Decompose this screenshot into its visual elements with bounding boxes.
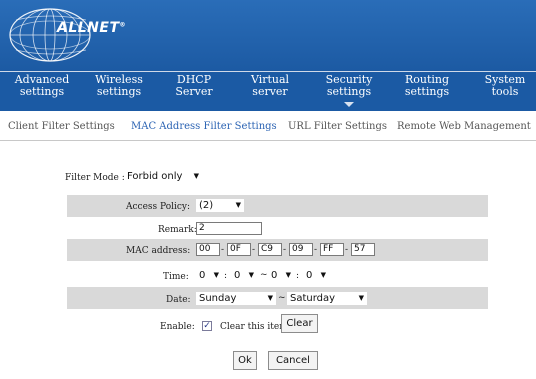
nav-security-settings[interactable]: Security settings bbox=[318, 74, 380, 107]
nav-dhcp-server[interactable]: DHCP Server bbox=[168, 74, 220, 98]
time-start-min-select[interactable]: 0 ▼ bbox=[231, 269, 257, 282]
brand-logo-text: ALLNET® bbox=[57, 20, 126, 36]
mac-address-label: MAC address: bbox=[126, 246, 191, 256]
nav-label-line2: Server bbox=[175, 85, 213, 98]
sub-nav: Client Filter Settings MAC Address Filte… bbox=[0, 111, 536, 141]
mac-separator: - bbox=[283, 245, 287, 255]
date-label: Date: bbox=[166, 295, 191, 305]
mac-octet-4[interactable]: 09 bbox=[289, 243, 313, 256]
mac-separator: - bbox=[314, 245, 318, 255]
chevron-down-icon: ▼ bbox=[235, 201, 241, 209]
mac-octet-6[interactable]: 57 bbox=[351, 243, 375, 256]
access-policy-label: Access Policy: bbox=[126, 202, 191, 212]
time-end-hour-value: 0 bbox=[271, 270, 278, 281]
date-start-day-select[interactable]: Sunday ▼ bbox=[196, 292, 276, 305]
mac-octet-5[interactable]: FF bbox=[320, 243, 344, 256]
header-banner: ALLNET® bbox=[0, 0, 536, 71]
nav-routing-settings[interactable]: Routing settings bbox=[398, 74, 456, 98]
time-end-min-value: 0 bbox=[306, 270, 313, 281]
time-end-min-select[interactable]: 0 ▼ bbox=[303, 269, 329, 282]
time-end-hour-select[interactable]: 0 ▼ bbox=[268, 269, 294, 282]
chevron-down-icon: ▼ bbox=[248, 271, 254, 279]
ok-button[interactable]: Ok bbox=[233, 351, 257, 370]
nav-label-line2: settings bbox=[19, 85, 65, 98]
subnav-remote-web-management[interactable]: Remote Web Management bbox=[397, 121, 531, 132]
mac-octet-1[interactable]: 00 bbox=[196, 243, 220, 256]
time-colon: : bbox=[296, 271, 300, 281]
remark-input[interactable]: 2 bbox=[196, 222, 262, 235]
nav-advanced-settings[interactable]: Advanced settings bbox=[6, 74, 78, 98]
time-range-separator: ~ bbox=[260, 270, 268, 280]
mac-separator: - bbox=[221, 245, 225, 255]
nav-virtual-server[interactable]: Virtual server bbox=[244, 74, 296, 98]
enable-checkbox[interactable]: ✓ bbox=[202, 321, 212, 331]
cancel-button[interactable]: Cancel bbox=[268, 351, 318, 370]
chevron-down-icon: ▼ bbox=[285, 271, 291, 279]
filter-mode-value: Forbid only bbox=[127, 171, 183, 182]
nav-label-line2: server bbox=[252, 85, 288, 98]
time-label: Time: bbox=[163, 272, 189, 282]
remark-label: Remark: bbox=[158, 225, 197, 235]
date-range-separator: ~ bbox=[278, 293, 286, 303]
trademark-mark: ® bbox=[119, 21, 127, 29]
mac-octet-3[interactable]: C9 bbox=[258, 243, 282, 256]
access-policy-value: (2) bbox=[199, 200, 214, 211]
time-colon: : bbox=[224, 271, 228, 281]
mac-separator: - bbox=[252, 245, 256, 255]
mac-separator: - bbox=[345, 245, 349, 255]
clear-button[interactable]: Clear bbox=[281, 314, 318, 333]
nav-system-tools[interactable]: System tools bbox=[476, 74, 534, 98]
subnav-mac-filter[interactable]: MAC Address Filter Settings bbox=[131, 121, 277, 132]
chevron-down-icon: ▼ bbox=[358, 294, 364, 302]
chevron-down-icon: ▼ bbox=[213, 271, 219, 279]
check-icon: ✓ bbox=[203, 321, 211, 331]
nav-wireless-settings[interactable]: Wireless settings bbox=[88, 74, 150, 98]
date-end-day-select[interactable]: Saturday ▼ bbox=[287, 292, 367, 305]
enable-label: Enable: bbox=[160, 322, 195, 332]
nav-label-line2: settings bbox=[96, 85, 142, 98]
access-policy-select[interactable]: (2) ▼ bbox=[196, 199, 244, 212]
filter-mode-label: Filter Mode : bbox=[65, 173, 125, 183]
nav-label-line2: settings bbox=[404, 85, 450, 98]
time-start-min-value: 0 bbox=[234, 270, 241, 281]
date-start-day-value: Sunday bbox=[199, 293, 237, 304]
main-nav: Advanced settings Wireless settings DHCP… bbox=[0, 71, 536, 111]
chevron-down-icon: ▼ bbox=[193, 172, 199, 180]
logo-wordmark: ALLNET bbox=[57, 20, 120, 36]
time-start-hour-select[interactable]: 0 ▼ bbox=[196, 269, 222, 282]
mac-octet-2[interactable]: 0F bbox=[227, 243, 251, 256]
time-start-hour-value: 0 bbox=[199, 270, 206, 281]
chevron-down-icon: ▼ bbox=[267, 294, 273, 302]
subnav-client-filter[interactable]: Client Filter Settings bbox=[8, 121, 115, 132]
nav-label-line2: tools bbox=[491, 85, 519, 98]
subnav-url-filter[interactable]: URL Filter Settings bbox=[288, 121, 387, 132]
chevron-down-icon: ▼ bbox=[320, 271, 326, 279]
date-end-day-value: Saturday bbox=[290, 293, 336, 304]
nav-label-line2: settings bbox=[326, 85, 372, 98]
filter-mode-select[interactable]: Forbid only ▼ bbox=[124, 170, 202, 183]
